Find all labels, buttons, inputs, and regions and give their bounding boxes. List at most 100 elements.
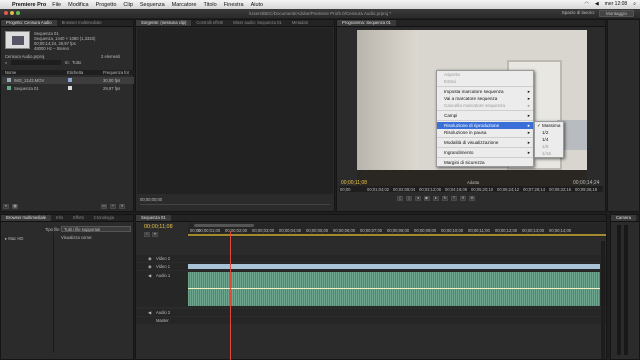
menu-marcatore[interactable]: Marcatore bbox=[172, 2, 197, 8]
menu-item-label: Imposta marcatore sequenza bbox=[444, 89, 504, 94]
menu-app[interactable]: Premiere Pro bbox=[12, 2, 46, 8]
menu-titolo[interactable]: Titolo bbox=[203, 2, 216, 8]
tab-program[interactable]: Programma: Sequenza 01 bbox=[337, 20, 396, 26]
zoom-scrollbar[interactable] bbox=[194, 224, 254, 227]
menu-item-set-marker[interactable]: Imposta marcatore sequenza ▸ bbox=[437, 88, 533, 95]
timeline-timecode[interactable]: 00;00;11;08 bbox=[144, 224, 173, 230]
menu-file[interactable]: File bbox=[52, 2, 61, 8]
source-viewer[interactable] bbox=[137, 28, 333, 194]
tab-project[interactable]: Progetto: Censura Audio bbox=[1, 20, 57, 26]
tab-audio-meter[interactable]: Camera bbox=[611, 215, 636, 221]
lift-button[interactable]: ⇡ bbox=[451, 196, 457, 201]
volume-line[interactable] bbox=[188, 288, 600, 289]
menu-progetto[interactable]: Progetto bbox=[96, 2, 117, 8]
menu-clip[interactable]: Clip bbox=[123, 2, 132, 8]
spotlight-icon[interactable]: ⌕ bbox=[633, 1, 636, 7]
program-ruler[interactable]: 00;00 00;01;04;02 00;02;08;04 00;03;12;0… bbox=[339, 186, 603, 192]
icon-view-button[interactable]: ▦ bbox=[12, 204, 18, 209]
submenu-item-eighth[interactable]: 1/8 bbox=[535, 143, 563, 150]
volume-icon[interactable]: ◀ bbox=[595, 1, 599, 7]
extract-button[interactable]: ⇞ bbox=[460, 196, 466, 201]
speaker-icon[interactable]: ◀ bbox=[148, 310, 151, 315]
search-icon[interactable]: ⌕ bbox=[5, 60, 7, 65]
snap-icon[interactable]: ∩ bbox=[144, 232, 150, 237]
timeline-ruler[interactable]: 00;00 00;00;01;00 00;00;02;00 00;00;03;0… bbox=[188, 223, 606, 237]
track-audio-1[interactable]: ◀ Audio 1 bbox=[136, 271, 606, 307]
menu-item-asporta[interactable]: Asporta bbox=[437, 71, 533, 78]
menu-item-clear-marker[interactable]: Cancella marcatore sequenza ▸ bbox=[437, 102, 533, 109]
column-name[interactable]: Nome bbox=[5, 70, 16, 75]
tab-effects[interactable]: Effetti bbox=[68, 215, 89, 221]
track-audio-2[interactable]: ◀ Audio 2 bbox=[136, 309, 606, 316]
play-button[interactable]: ▶ bbox=[424, 196, 430, 201]
menu-item-fields[interactable]: Campi ▸ bbox=[437, 112, 533, 119]
delete-button[interactable]: ✕ bbox=[119, 204, 125, 209]
audio-clip[interactable] bbox=[188, 272, 600, 306]
eye-icon[interactable]: ◉ bbox=[148, 256, 152, 261]
clock[interactable]: mer 12:08 bbox=[605, 1, 628, 7]
speaker-icon[interactable]: ◀ bbox=[148, 273, 151, 278]
menu-item-display-mode[interactable]: Modalità di visualizzazione ▸ bbox=[437, 139, 533, 146]
menu-item-label: Modalità di visualizzazione bbox=[444, 140, 499, 145]
source-scrubber[interactable] bbox=[140, 204, 330, 205]
tab-source[interactable]: Sorgente: (nessuna clip) bbox=[136, 20, 192, 26]
tab-audio-mixer[interactable]: Mixer audio: Sequenza 01 bbox=[228, 20, 287, 26]
submenu-item-quarter[interactable]: 1/4 bbox=[535, 136, 563, 143]
source-timecode[interactable]: 00;00;00;00 bbox=[140, 197, 162, 202]
column-label[interactable]: Etichetta bbox=[67, 70, 83, 75]
tree-item[interactable]: ▸ Mac HD bbox=[5, 236, 23, 241]
menu-item-playback-resolution[interactable]: Risoluzione di riproduzione ▸ bbox=[437, 122, 533, 129]
search-input[interactable] bbox=[11, 60, 61, 65]
marker-icon[interactable]: ▾ bbox=[152, 232, 158, 237]
menu-item-label: Ingrandimento bbox=[444, 150, 474, 155]
ruler-label: 00;00;05;00 bbox=[306, 228, 329, 233]
menu-modifica[interactable]: Modifica bbox=[68, 2, 88, 8]
submenu-item-half[interactable]: 1/2 bbox=[535, 129, 563, 136]
track-video-1[interactable]: ◉ Video 1 bbox=[136, 263, 606, 270]
step-back-button[interactable]: ◂ bbox=[415, 196, 421, 201]
list-item[interactable]: IMG_2143.MOV 30,00 fps bbox=[2, 77, 134, 84]
column-fps[interactable]: Frequenza fot bbox=[103, 70, 129, 75]
ruler-label: 00;00 bbox=[340, 187, 351, 192]
track-video-2[interactable]: ◉ Video 2 bbox=[136, 255, 606, 262]
ruler-label: 00;05;20;10 bbox=[471, 187, 494, 192]
tab-info[interactable]: Info bbox=[51, 215, 68, 221]
tab-history[interactable]: Cronologia bbox=[89, 215, 119, 221]
step-forward-button[interactable]: ▸ bbox=[433, 196, 439, 201]
loop-button[interactable]: ↻ bbox=[442, 196, 448, 201]
track-master[interactable]: Master bbox=[136, 317, 606, 324]
export-frame-button[interactable]: ◘ bbox=[469, 196, 475, 201]
menu-sequenza[interactable]: Sequenza bbox=[140, 2, 165, 8]
wifi-icon[interactable]: ◠ bbox=[584, 1, 588, 7]
menu-item-magnification[interactable]: Ingrandimento ▸ bbox=[437, 149, 533, 156]
tab-metadata[interactable]: Metadati bbox=[287, 20, 313, 26]
fit-select[interactable]: Adatta bbox=[467, 180, 479, 185]
new-item-button[interactable]: + bbox=[110, 204, 116, 209]
mark-out-button[interactable]: } bbox=[406, 196, 412, 201]
filetype-select[interactable]: Tutti i file supportati bbox=[61, 226, 131, 232]
mark-in-button[interactable]: { bbox=[397, 196, 403, 201]
tab-sequence[interactable]: Sequenza 01 bbox=[136, 215, 171, 221]
track-label: Audio 2 bbox=[156, 310, 171, 315]
workspace-select[interactable]: Montaggio bbox=[598, 10, 634, 17]
new-bin-button[interactable]: ▭ bbox=[101, 204, 107, 209]
submenu-item-full[interactable]: ✓ Massima bbox=[535, 122, 563, 129]
list-view-button[interactable]: ≡ bbox=[3, 204, 9, 209]
timeline-scrollbar[interactable] bbox=[601, 241, 605, 359]
menu-item-safe-margins[interactable]: Margini di sicurezza bbox=[437, 159, 533, 166]
playhead[interactable] bbox=[230, 231, 231, 360]
tab-media-browser-top[interactable]: Browser multimediale bbox=[57, 20, 107, 26]
menu-finestra[interactable]: Finestra bbox=[224, 2, 244, 8]
menu-item-estrai[interactable]: Estrai bbox=[437, 78, 533, 85]
in-select[interactable]: Tutto bbox=[72, 60, 81, 65]
menu-item-paused-resolution[interactable]: Risoluzione in pausa ▸ bbox=[437, 129, 533, 136]
menu-item-goto-marker[interactable]: Vai a marcatore sequenza ▸ bbox=[437, 95, 533, 102]
menu-aiuto[interactable]: Aiuto bbox=[251, 2, 264, 8]
video-clip[interactable] bbox=[188, 264, 600, 269]
work-area-bar[interactable] bbox=[188, 234, 606, 236]
tab-media-browser[interactable]: Browser multimediale bbox=[1, 215, 52, 221]
submenu-item-sixteenth[interactable]: 1/16 bbox=[535, 150, 563, 157]
list-item[interactable]: Sequenza 01 29,97 fps bbox=[2, 85, 134, 92]
eye-icon[interactable]: ◉ bbox=[148, 264, 152, 269]
tab-effect-controls[interactable]: Controlli effetti bbox=[191, 20, 228, 26]
